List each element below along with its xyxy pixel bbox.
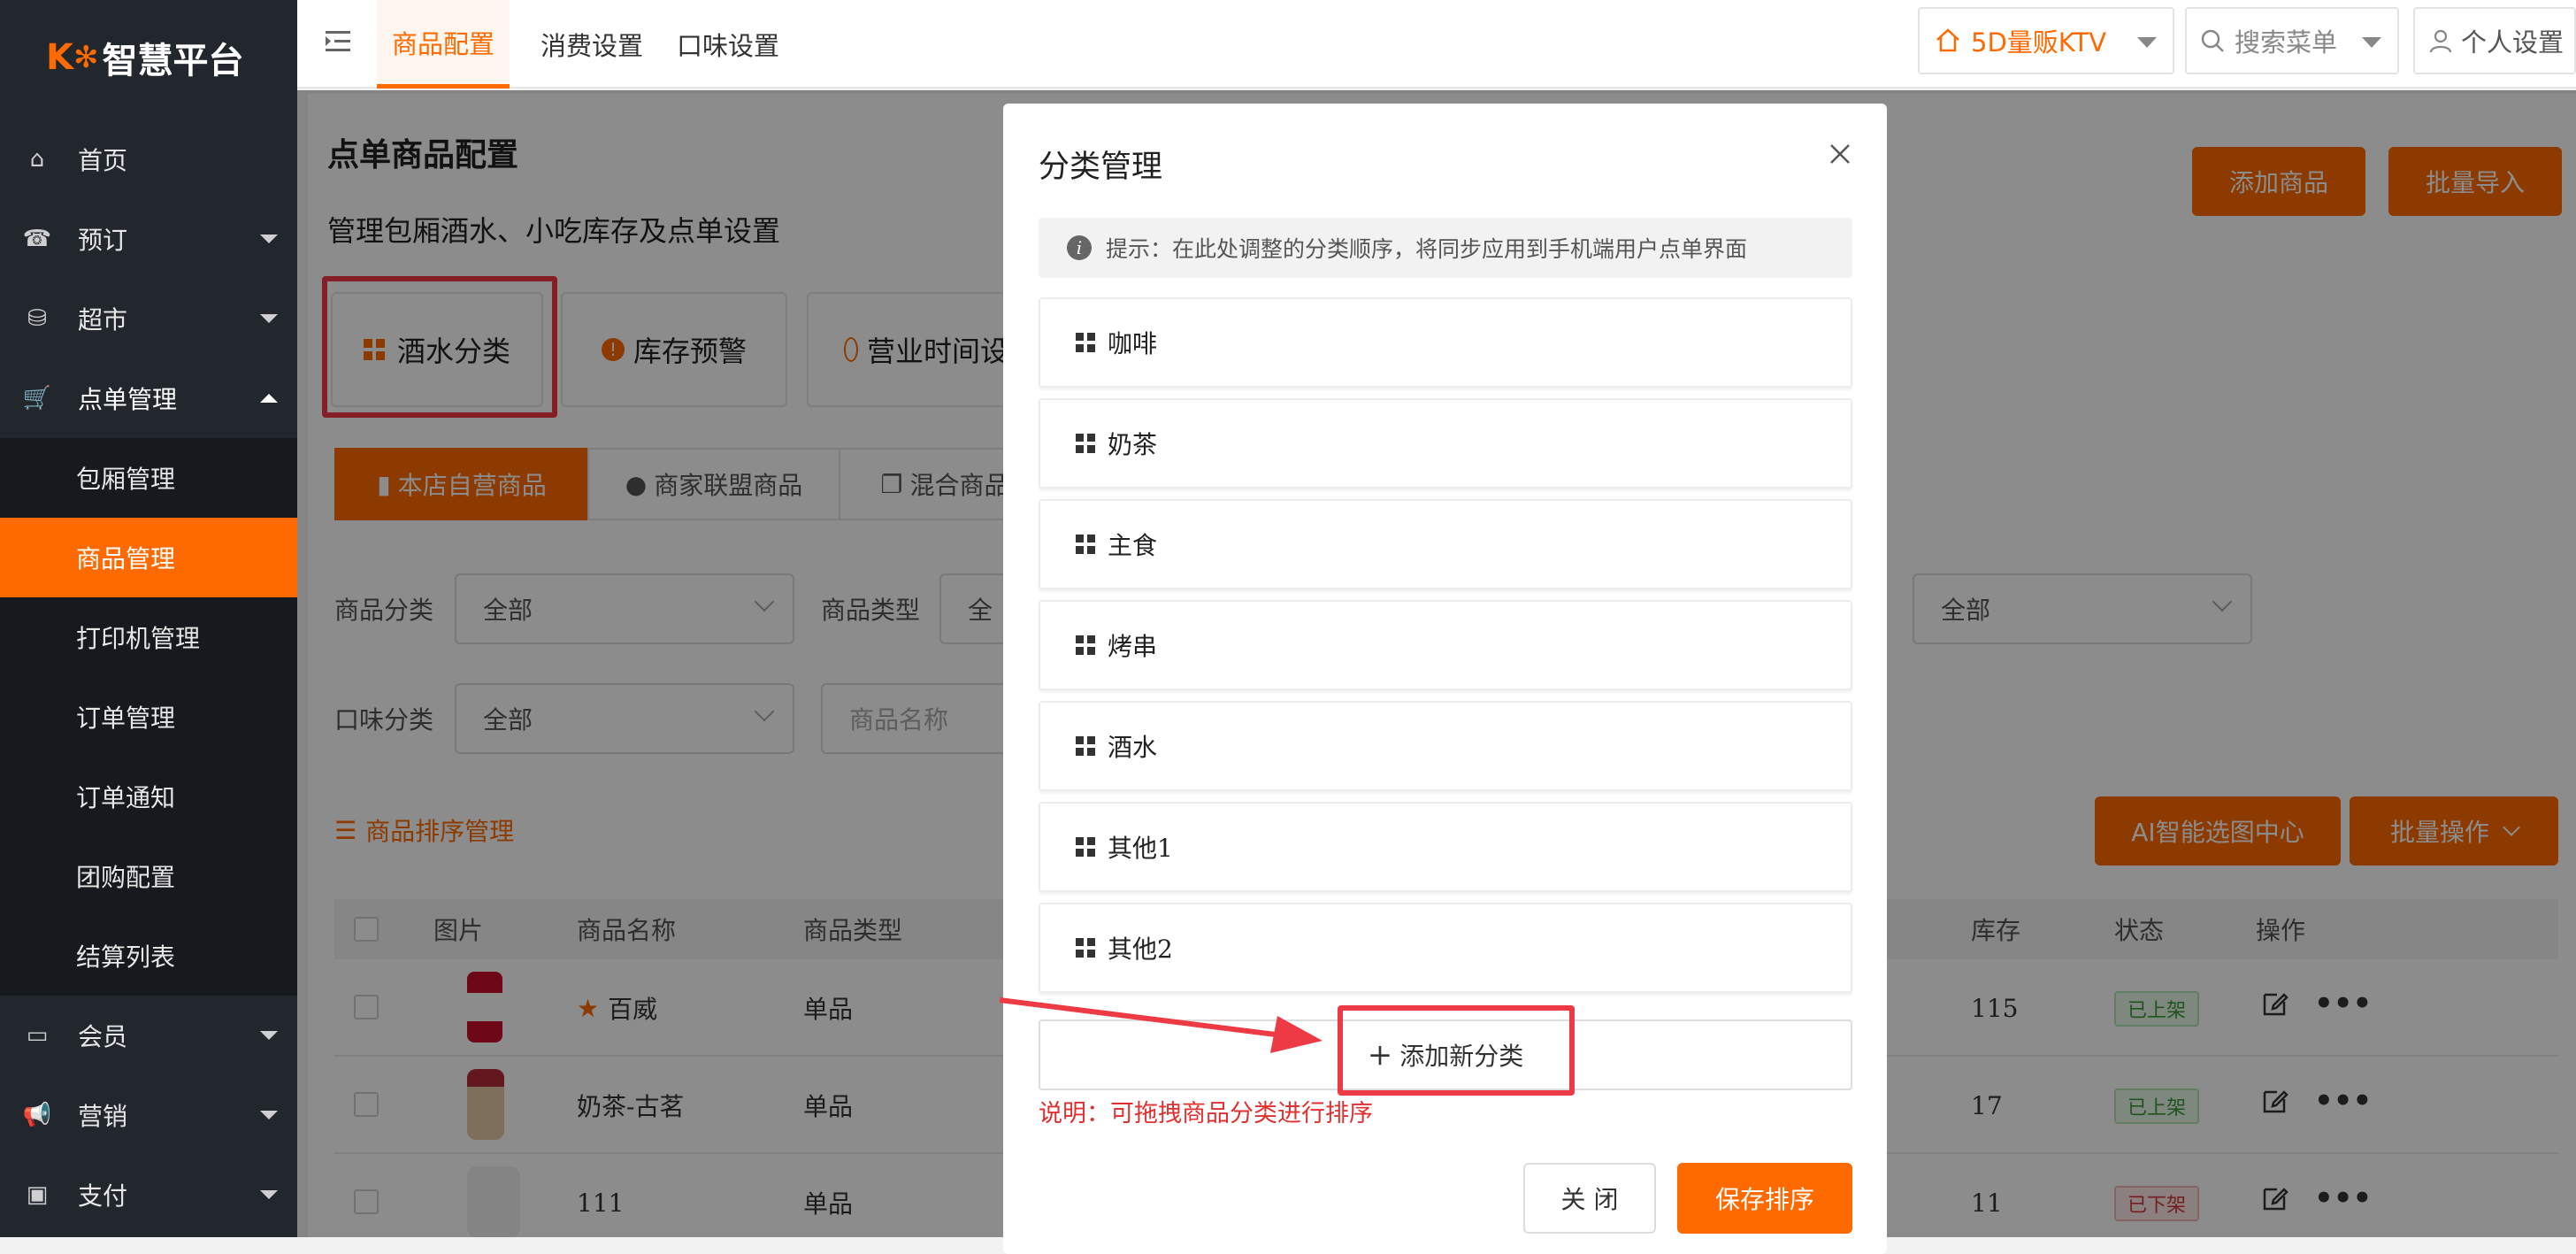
category-item[interactable]: 主食: [1039, 499, 1852, 589]
sidebar-item-products[interactable]: 商品管理: [0, 518, 297, 597]
card-icon: ▭: [26, 1022, 49, 1049]
category-item[interactable]: 咖啡: [1039, 297, 1852, 388]
search-menu[interactable]: 搜索菜单: [2185, 7, 2399, 74]
drag-handle-icon: [1076, 837, 1095, 857]
chevron-up-icon: [260, 394, 278, 403]
money-icon: ▣: [26, 1181, 49, 1208]
drag-handle-icon: [1076, 333, 1095, 352]
chevron-down-icon: [260, 1031, 278, 1040]
drag-handle-icon: [1076, 635, 1095, 655]
dialog-title: 分类管理: [1039, 150, 1163, 185]
sidebar-submenu: 包厢管理 商品管理 打印机管理 订单管理 订单通知 团购配置 结算列表: [0, 438, 297, 996]
drag-handle-icon: [1076, 938, 1095, 958]
sidebar-item-supermarket[interactable]: ⛁ 超市: [0, 279, 297, 358]
megaphone-icon: 📢: [22, 1102, 52, 1128]
sidebar-item-order-notice[interactable]: 订单通知: [0, 757, 297, 836]
drag-handle-icon: [1076, 736, 1095, 756]
tab-consumption-settings[interactable]: 消费设置: [529, 0, 655, 88]
annotation-highlight-box: [1338, 1005, 1575, 1096]
chevron-down-icon: [2137, 37, 2157, 48]
annotation-arrow: [999, 997, 1322, 1053]
chevron-down-icon: [2362, 37, 2381, 48]
sidebar-item-orders[interactable]: 订单管理: [0, 677, 297, 757]
brand-logo: K ✻ 智慧平台: [46, 37, 244, 81]
sidebar-item-group-buy[interactable]: 团购配置: [0, 836, 297, 916]
category-item[interactable]: 其他2: [1039, 903, 1852, 993]
basket-icon: ⛁: [27, 305, 47, 332]
chevron-down-icon: [260, 235, 278, 243]
chevron-down-icon: [260, 314, 278, 323]
sidebar-item-rooms[interactable]: 包厢管理: [0, 438, 297, 518]
sidebar-item-printers[interactable]: 打印机管理: [0, 597, 297, 677]
search-icon: [2201, 29, 2224, 52]
topbar: 商品配置 消费设置 口味设置 5D量贩KTV 搜索菜单 个人设置: [297, 0, 2576, 88]
store-selector[interactable]: 5D量贩KTV: [1918, 7, 2174, 74]
drag-handle-icon: [1076, 434, 1095, 453]
menu-toggle-icon[interactable]: [324, 27, 354, 57]
home-icon: ⌂: [29, 146, 45, 173]
category-item[interactable]: 其他1: [1039, 802, 1852, 892]
home-icon: [1936, 28, 1959, 52]
sidebar: K ✻ 智慧平台 ⌂ 首页 ☎ 预订 ⛁ 超市 🛒 点单管理 包厢管理 商品管理 打…: [0, 0, 297, 1237]
close-icon[interactable]: [1824, 138, 1856, 170]
category-item[interactable]: 烤串: [1039, 600, 1852, 690]
close-button[interactable]: 关 闭: [1523, 1163, 1656, 1234]
personal-settings[interactable]: 个人设置: [2413, 7, 2576, 74]
info-icon: i: [1067, 235, 1092, 260]
cart-icon: 🛒: [22, 385, 52, 412]
save-order-button[interactable]: 保存排序: [1677, 1163, 1852, 1234]
sidebar-item-home[interactable]: ⌂ 首页: [0, 119, 297, 199]
tip-banner: i 提示：在此处调整的分类顺序，将同步应用到手机端用户点单界面: [1039, 218, 1852, 278]
chevron-down-icon: [260, 1190, 278, 1199]
tab-product-config[interactable]: 商品配置: [377, 0, 510, 88]
sidebar-item-booking[interactable]: ☎ 预订: [0, 199, 297, 279]
sidebar-item-settlement[interactable]: 结算列表: [0, 916, 297, 996]
drag-note: 说明：可拖拽商品分类进行排序: [1039, 1100, 1373, 1127]
sidebar-item-payment[interactable]: ▣ 支付: [0, 1155, 297, 1235]
sidebar-item-marketing[interactable]: 📢 营销: [0, 1075, 297, 1155]
category-item[interactable]: 奶茶: [1039, 398, 1852, 489]
sidebar-item-member[interactable]: ▭ 会员: [0, 996, 297, 1075]
category-item[interactable]: 酒水: [1039, 701, 1852, 791]
tab-taste-settings[interactable]: 口味设置: [665, 0, 791, 88]
chevron-down-icon: [260, 1111, 278, 1119]
user-icon: [2429, 29, 2452, 53]
drag-handle-icon: [1076, 535, 1095, 554]
booking-icon: ☎: [22, 226, 52, 252]
sidebar-item-order-management[interactable]: 🛒 点单管理: [0, 358, 297, 438]
